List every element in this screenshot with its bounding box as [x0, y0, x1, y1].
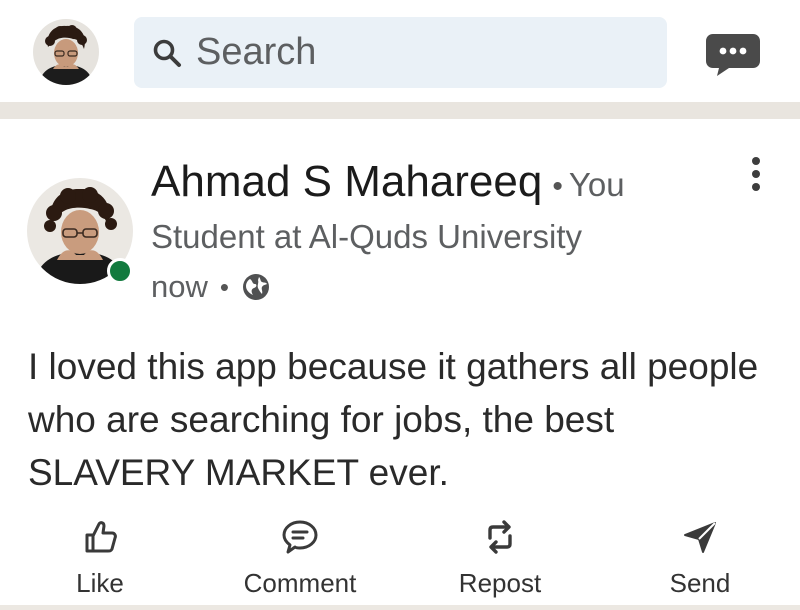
top-bar: Search — [0, 0, 800, 102]
search-icon — [153, 39, 181, 67]
bottom-divider — [0, 605, 800, 610]
comment-label: Comment — [243, 568, 357, 598]
profile-avatar[interactable] — [33, 19, 99, 85]
thumbs-up-icon — [85, 521, 117, 553]
section-divider — [0, 102, 800, 119]
repost-label: Repost — [458, 568, 542, 598]
send-icon — [684, 522, 716, 553]
comment-icon — [282, 520, 318, 554]
author-separator: • — [552, 170, 563, 203]
repost-icon — [488, 520, 512, 554]
search-placeholder: Search — [196, 31, 317, 73]
search-input[interactable]: Search — [134, 17, 667, 88]
post-meta: now • — [151, 268, 271, 308]
send-button[interactable]: Send — [610, 518, 790, 598]
like-label: Like — [76, 568, 124, 598]
author-line: Ahmad S Mahareeq • You — [151, 156, 625, 208]
like-button[interactable]: Like — [10, 518, 190, 598]
repost-button[interactable]: Repost — [410, 518, 590, 598]
globe-icon — [242, 274, 269, 300]
avatar-image — [33, 19, 99, 85]
post-body-text: I loved this app because it gathers all … — [28, 346, 759, 493]
meta-separator: • — [219, 271, 229, 302]
online-status-dot — [107, 258, 133, 284]
comment-button[interactable]: Comment — [210, 518, 390, 598]
send-label: Send — [669, 568, 731, 598]
author-headline: Student at Al-Quds University — [151, 218, 583, 255]
post-time: now — [151, 269, 208, 304]
messaging-icon[interactable] — [705, 32, 761, 78]
author-relation: You — [568, 166, 625, 203]
more-vertical-icon[interactable] — [740, 152, 772, 198]
author-avatar[interactable] — [27, 178, 135, 288]
author-name[interactable]: Ahmad S Mahareeq — [151, 157, 542, 206]
